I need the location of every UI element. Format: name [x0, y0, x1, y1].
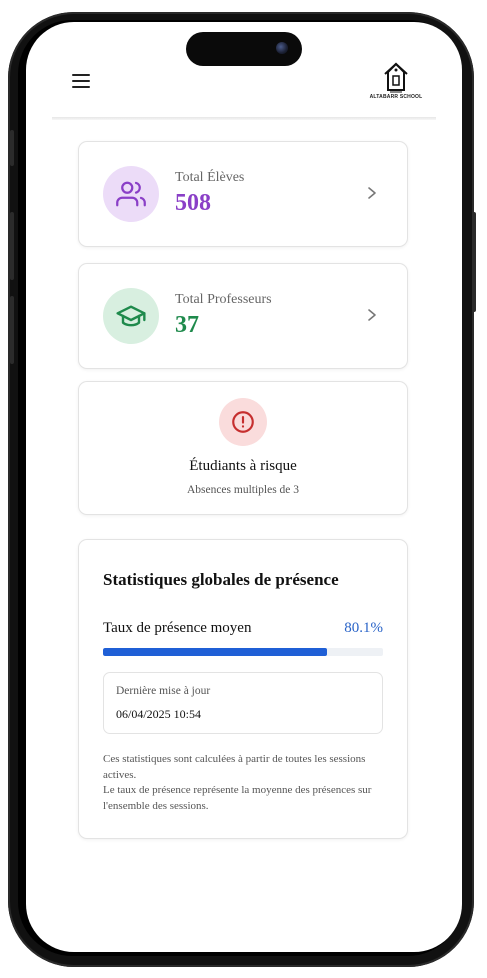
- volume-up-button: [10, 212, 14, 280]
- hamburger-menu-icon[interactable]: [72, 74, 90, 90]
- at-risk-subtitle: Absences multiples de 3: [186, 484, 300, 496]
- attendance-stats-card: Statistiques globales de présence Taux d…: [78, 539, 408, 839]
- header-divider: [52, 117, 436, 120]
- alert-circle-icon: [232, 411, 254, 433]
- at-risk-card[interactable]: Étudiants à risque Absences multiples de…: [78, 381, 408, 515]
- students-card[interactable]: Total Élèves 508: [78, 141, 408, 247]
- graduation-cap-icon: [116, 305, 146, 327]
- last-update-value: 06/04/2025 10:54: [116, 707, 202, 721]
- dynamic-island: [186, 32, 302, 66]
- mute-switch: [10, 130, 14, 166]
- users-icon: [116, 181, 146, 207]
- stats-note-line-1: Ces statistiques sont calculées à partir…: [103, 753, 366, 781]
- volume-down-button: [10, 296, 14, 364]
- attendance-progress-bar: [103, 648, 383, 656]
- attendance-progress-fill: [103, 648, 328, 656]
- stats-title: Statistiques globales de présence: [103, 570, 339, 589]
- power-button: [472, 212, 476, 312]
- stats-note-line-2: Le taux de présence représente la moyenn…: [103, 784, 372, 812]
- last-update-label: Dernière mise à jour: [116, 685, 211, 697]
- rate-value: 80.1%: [344, 620, 383, 636]
- students-count: 508: [175, 190, 211, 216]
- stats-note: Ces statistiques sont calculées à partir…: [103, 752, 387, 814]
- chevron-right-icon: [368, 187, 376, 199]
- students-label: Total Élèves: [175, 170, 245, 185]
- rate-label: Taux de présence moyen: [103, 620, 252, 636]
- chevron-right-icon: [368, 309, 376, 321]
- at-risk-title: Étudiants à risque: [189, 458, 297, 474]
- logo-house-icon: [384, 62, 408, 93]
- students-icon-circle: [103, 166, 159, 222]
- school-logo: ALTABARR SCHOOL: [366, 62, 426, 104]
- screen: ALTABARR SCHOOL Total Élèves 508 Total P…: [26, 22, 462, 952]
- last-update-box: Dernière mise à jour 06/04/2025 10:54: [103, 672, 383, 734]
- logo-text: ALTABARR SCHOOL: [369, 94, 423, 100]
- teachers-label: Total Professeurs: [175, 292, 272, 307]
- at-risk-icon-circle: [219, 398, 267, 446]
- teachers-count: 37: [175, 312, 199, 338]
- teachers-icon-circle: [103, 288, 159, 344]
- front-camera: [276, 42, 288, 54]
- teachers-card[interactable]: Total Professeurs 37: [78, 263, 408, 369]
